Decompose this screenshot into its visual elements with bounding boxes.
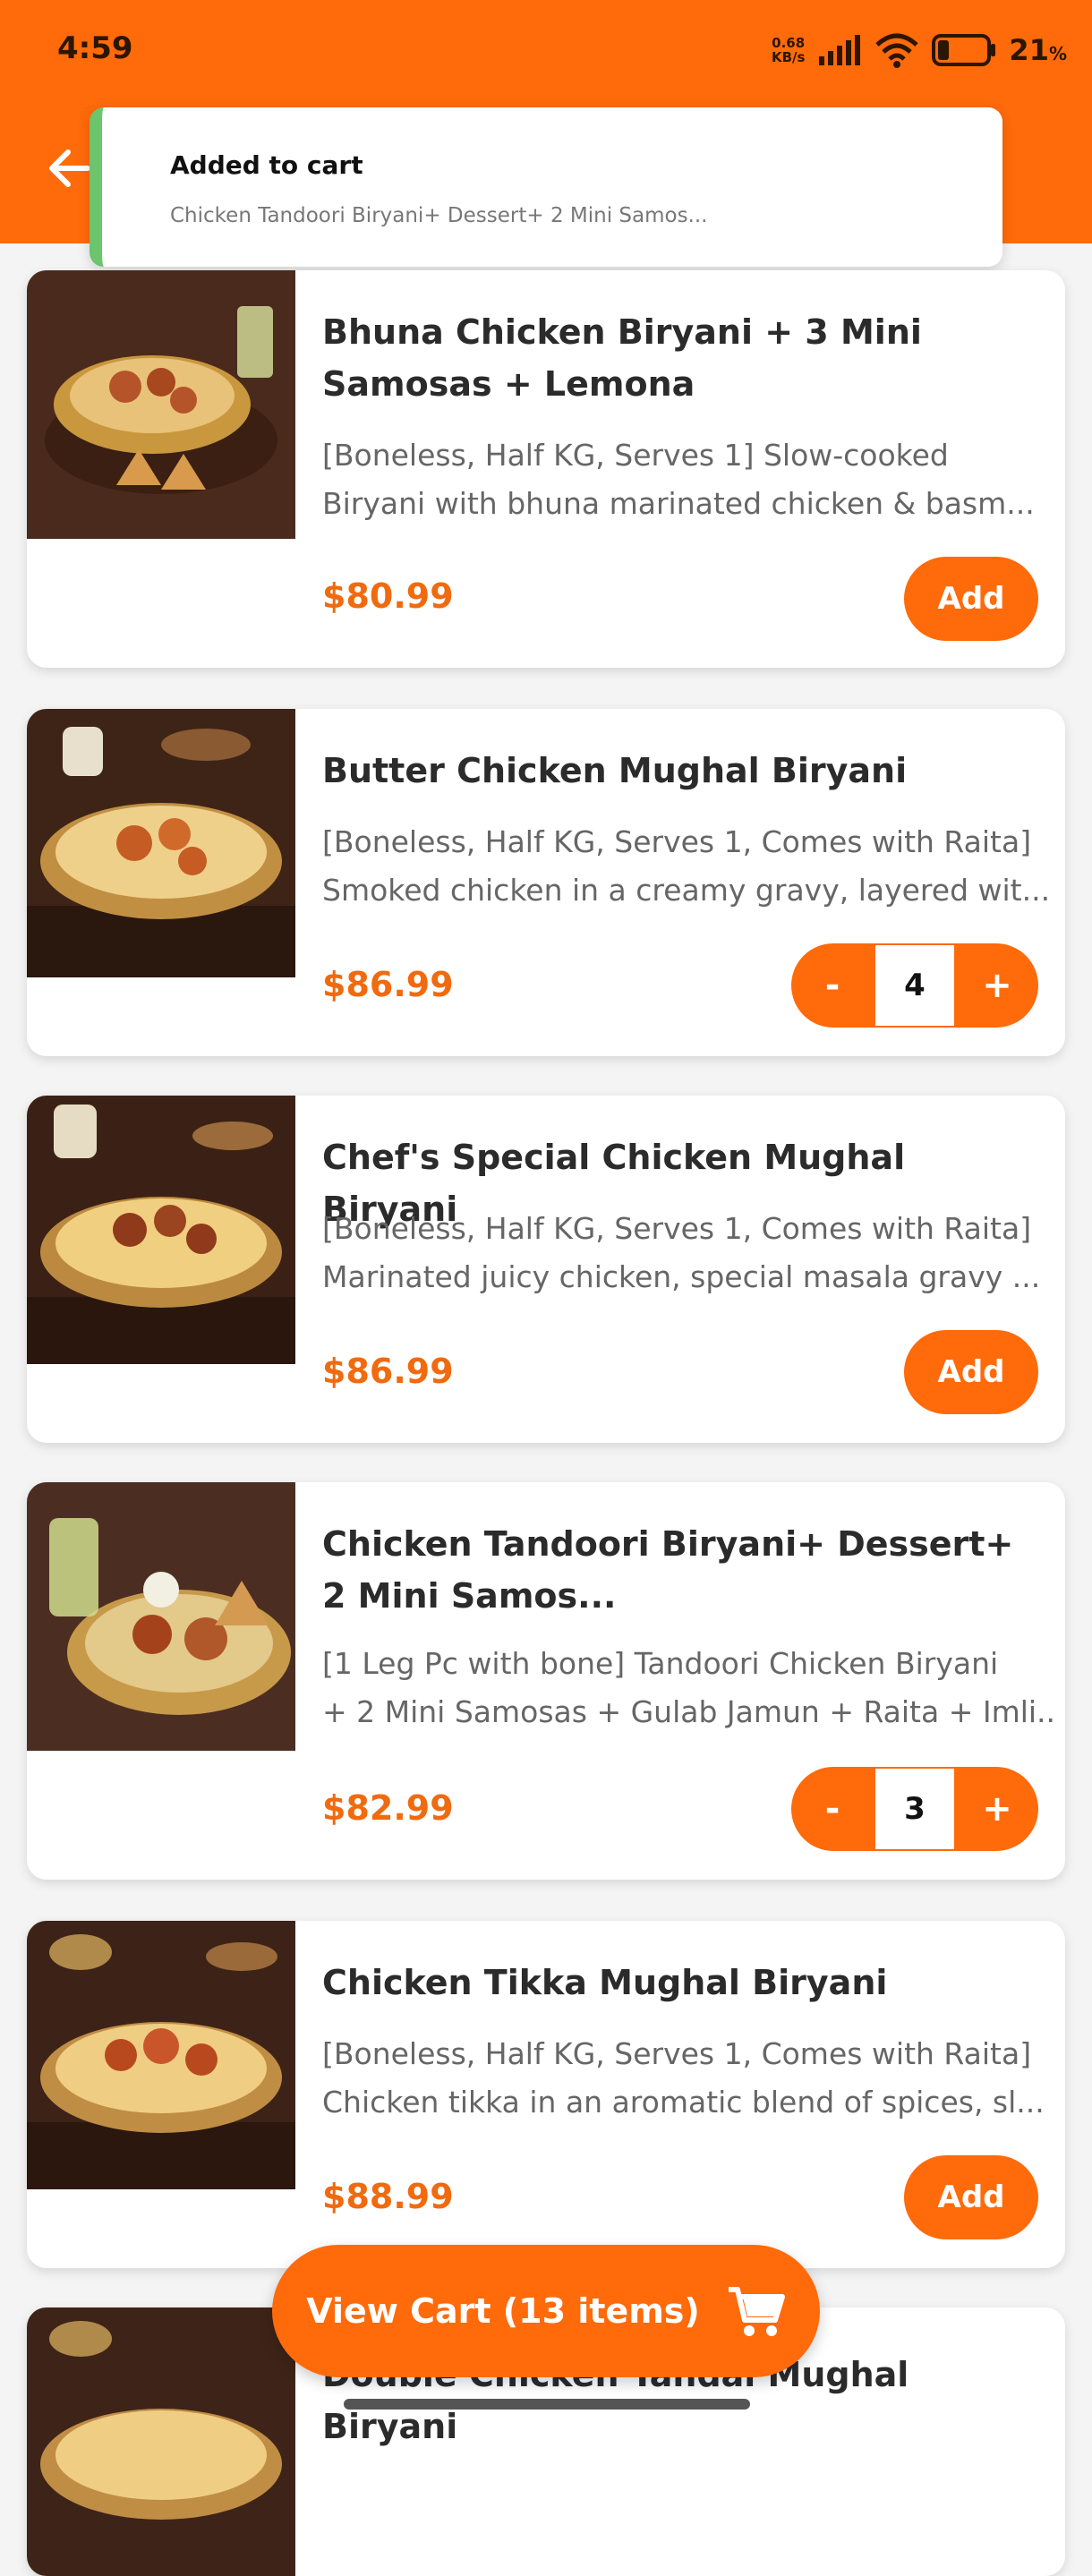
- battery-percent: 21%: [1009, 33, 1067, 67]
- increase-button[interactable]: +: [956, 943, 1038, 1028]
- item-description: [Boneless, Half KG, Serves 1] Slow-cooke…: [322, 438, 1035, 521]
- decrease-button[interactable]: -: [791, 943, 874, 1028]
- quantity-stepper: - 4 +: [791, 943, 1038, 1028]
- toast-message: Chicken Tandoori Biryani+ Dessert+ 2 Min…: [170, 204, 708, 227]
- item-title: Butter Chicken Mughal Biryani: [322, 751, 908, 790]
- toast-title: Added to cart: [170, 150, 363, 180]
- menu-item-card[interactable]: Bhuna Chicken Biryani + 3 Mini Samosas +…: [27, 270, 1065, 668]
- cart-icon: [728, 2287, 785, 2336]
- quantity-value: 4: [875, 945, 954, 1026]
- battery-icon: [932, 34, 996, 66]
- back-arrow-icon: [49, 149, 90, 187]
- item-title: Chicken Tandoori Biryani+ Dessert+ 2 Min…: [322, 1524, 1014, 1616]
- add-button[interactable]: Add: [904, 1330, 1038, 1414]
- item-description: [1 Leg Pc with bone] Tandoori Chicken Bi…: [322, 1646, 1056, 1729]
- item-price: $86.99: [322, 1352, 454, 1391]
- status-icons: 0.68 KB/s 21%: [772, 27, 1067, 73]
- view-cart-button[interactable]: View Cart (13 items): [272, 2245, 820, 2377]
- item-price: $88.99: [322, 2177, 454, 2216]
- view-cart-label: View Cart (13 items): [306, 2291, 700, 2331]
- item-title: Bhuna Chicken Biryani + 3 Mini Samosas +…: [322, 312, 922, 404]
- wifi-icon: [875, 33, 919, 68]
- status-time: 4:59: [57, 30, 133, 66]
- signal-icon: [819, 35, 861, 65]
- item-description: [Boneless, Half KG, Serves 1, Comes with…: [322, 1211, 1041, 1294]
- menu-item-card[interactable]: Chef's Special Chicken Mughal Biryani [B…: [27, 1096, 1065, 1443]
- menu-item-card[interactable]: Chicken Tandoori Biryani+ Dessert+ 2 Min…: [27, 1482, 1065, 1880]
- added-to-cart-toast: Added to cart Chicken Tandoori Biryani+ …: [90, 107, 1002, 267]
- home-indicator: [344, 2399, 750, 2410]
- decrease-button[interactable]: -: [791, 1767, 874, 1851]
- item-price: $86.99: [322, 965, 454, 1004]
- add-button[interactable]: Add: [904, 557, 1038, 641]
- network-speed: 0.68 KB/s: [771, 35, 806, 65]
- quantity-value: 3: [875, 1769, 954, 1849]
- item-price: $82.99: [322, 1788, 454, 1828]
- food-image: [27, 1921, 295, 2189]
- increase-button[interactable]: +: [956, 1767, 1038, 1851]
- item-description: [Boneless, Half KG, Serves 1, Comes with…: [322, 824, 1051, 908]
- menu-item-card[interactable]: Butter Chicken Mughal Biryani [Boneless,…: [27, 709, 1065, 1056]
- food-image: [27, 270, 295, 539]
- menu-item-card[interactable]: Chicken Tikka Mughal Biryani [Boneless, …: [27, 1921, 1065, 2268]
- back-button[interactable]: [43, 143, 93, 193]
- item-price: $80.99: [322, 576, 454, 616]
- quantity-stepper: - 3 +: [791, 1767, 1038, 1851]
- food-image: [27, 1482, 295, 1751]
- item-description: [Boneless, Half KG, Serves 1, Comes with…: [322, 2036, 1045, 2120]
- item-title: Chicken Tikka Mughal Biryani: [322, 1963, 888, 2002]
- add-button[interactable]: Add: [904, 2155, 1038, 2239]
- food-image: [27, 2307, 295, 2576]
- food-image: [27, 709, 295, 977]
- food-image: [27, 1096, 295, 1364]
